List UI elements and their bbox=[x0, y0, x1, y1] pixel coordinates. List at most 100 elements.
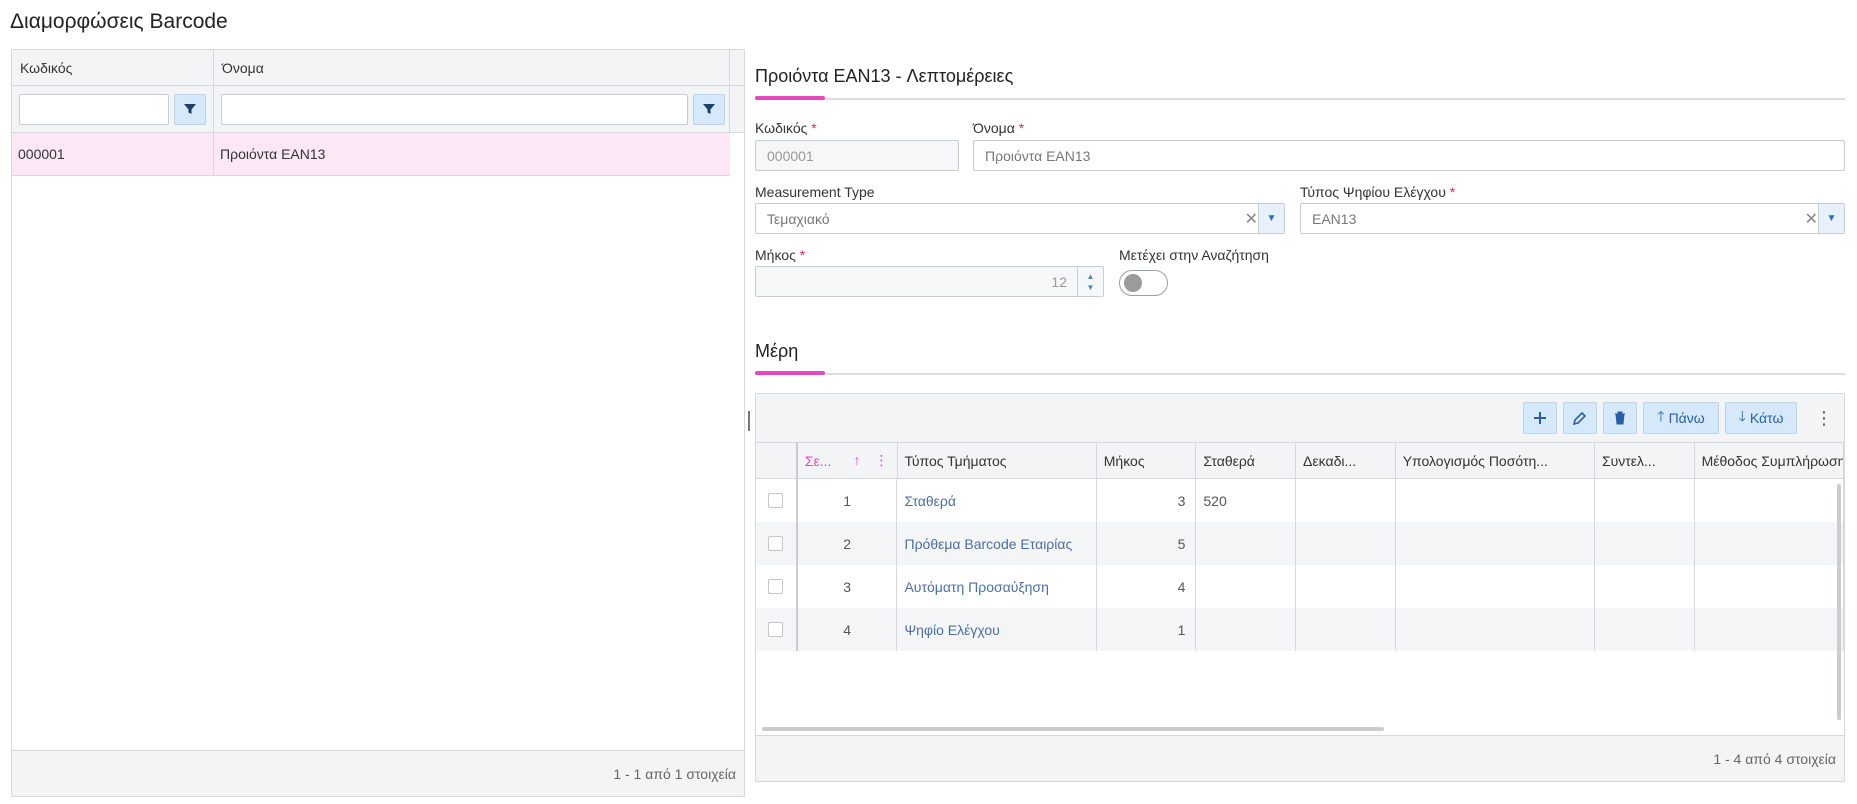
chevron-down-icon[interactable]: ▼ bbox=[1258, 204, 1284, 233]
arrow-up-icon: 🡑 bbox=[1657, 408, 1665, 424]
horizontal-scrollbar[interactable] bbox=[762, 727, 1384, 731]
arrow-down-icon: 🡓 bbox=[1738, 408, 1746, 424]
code-field[interactable]: 000001 bbox=[755, 140, 959, 171]
details-divider bbox=[755, 98, 1845, 100]
move-down-label: Κάτω bbox=[1749, 410, 1784, 426]
filter-icon bbox=[184, 104, 196, 114]
code-filter-button[interactable] bbox=[174, 93, 206, 125]
measurement-type-label: Measurement Type bbox=[755, 184, 875, 200]
sort-ascending-icon[interactable]: ↑ bbox=[854, 452, 861, 469]
search-label: Μετέχει στην Αναζήτηση bbox=[1119, 247, 1269, 263]
details-accent bbox=[755, 96, 825, 100]
cell-constant bbox=[1196, 608, 1297, 651]
length-value: 12 bbox=[1051, 273, 1067, 290]
code-label: Κωδικός * bbox=[755, 120, 817, 136]
check-digit-value: EAN13 bbox=[1312, 210, 1357, 227]
row-code: 000001 bbox=[12, 133, 214, 175]
cell-length: 4 bbox=[1097, 565, 1197, 608]
trash-icon bbox=[1615, 411, 1625, 425]
clear-icon[interactable]: ✕ bbox=[1805, 209, 1818, 229]
column-header-seq[interactable]: Σε... ↑ ⋮ bbox=[798, 443, 898, 478]
name-label: Όνομα * bbox=[973, 120, 1025, 136]
details-title: Προιόντα EAN13 - Λεπτομέρειες bbox=[755, 66, 1014, 86]
table-row[interactable]: 4 Ψηφίο Ελέγχου 1 bbox=[756, 608, 1844, 651]
row-checkbox[interactable] bbox=[768, 579, 784, 594]
row-name: Προιόντα EAN13 bbox=[220, 146, 326, 162]
search-toggle[interactable] bbox=[1119, 270, 1168, 296]
move-down-button[interactable]: 🡓 Κάτω bbox=[1725, 402, 1797, 434]
select-all-column bbox=[756, 443, 798, 478]
cell-type: Πρόθεμα Barcode Εταιρίας bbox=[897, 522, 1097, 565]
add-button[interactable] bbox=[1523, 402, 1557, 434]
cell-seq: 2 bbox=[798, 522, 898, 565]
name-filter-button[interactable] bbox=[693, 93, 725, 125]
column-header-calc[interactable]: Υπολογισμός Ποσότη... bbox=[1396, 443, 1595, 478]
cell-constant: 520 bbox=[1196, 479, 1297, 522]
vertical-scrollbar[interactable] bbox=[1837, 484, 1841, 720]
row-checkbox[interactable] bbox=[768, 622, 784, 637]
name-filter-input[interactable] bbox=[221, 93, 688, 125]
column-menu-icon[interactable]: ⋮ bbox=[875, 452, 889, 469]
chevron-down-icon[interactable]: ▼ bbox=[1818, 204, 1844, 233]
row-checkbox[interactable] bbox=[768, 536, 784, 551]
row-checkbox[interactable] bbox=[768, 493, 784, 508]
cell-seq: 3 bbox=[798, 565, 898, 608]
parts-divider bbox=[755, 373, 1845, 375]
measurement-type-value: Τεμαχιακό bbox=[767, 210, 830, 227]
cell-type: Αυτόματη Προσαύξηση bbox=[897, 565, 1097, 608]
column-header-coef[interactable]: Συντελ... bbox=[1595, 443, 1695, 478]
cell-constant bbox=[1196, 522, 1297, 565]
list-pager-info: 1 - 1 από 1 στοιχεία bbox=[12, 750, 744, 796]
parts-grid: 🡑 Πάνω 🡓 Κάτω ⋮ Σε... ↑ ⋮ Τύπος Τμήματος… bbox=[755, 393, 1845, 782]
pencil-icon bbox=[1573, 411, 1587, 425]
pane-splitter[interactable] bbox=[748, 411, 750, 431]
plus-icon bbox=[1534, 412, 1546, 424]
page-title: Διαμορφώσεις Barcode bbox=[10, 10, 228, 33]
clear-icon[interactable]: ✕ bbox=[1245, 209, 1258, 229]
length-label: Μήκος * bbox=[755, 247, 806, 263]
cell-seq: 1 bbox=[798, 479, 898, 522]
cell-length: 5 bbox=[1097, 522, 1197, 565]
cell-length: 1 bbox=[1097, 608, 1197, 651]
edit-button[interactable] bbox=[1563, 402, 1597, 434]
check-digit-select[interactable]: EAN13 ✕ ▼ bbox=[1300, 203, 1845, 234]
cell-type: Σταθερά bbox=[897, 479, 1097, 522]
check-digit-label: Τύπος Ψηφίου Ελέγχου * bbox=[1300, 184, 1456, 200]
parts-header-row: Σε... ↑ ⋮ Τύπος Τμήματος Μήκος Σταθερά Δ… bbox=[756, 443, 1844, 479]
cell-type: Ψηφίο Ελέγχου bbox=[897, 608, 1097, 651]
parts-accent bbox=[755, 371, 825, 375]
name-field[interactable]: Προιόντα EAN13 bbox=[973, 140, 1845, 171]
table-row[interactable]: 1 Σταθερά 3 520 bbox=[756, 479, 1844, 522]
list-row[interactable]: 000001 Προιόντα EAN13 bbox=[12, 133, 730, 176]
column-header-type[interactable]: Τύπος Τμήματος bbox=[898, 443, 1097, 478]
cell-seq: 4 bbox=[798, 608, 898, 651]
list-filter-row bbox=[12, 86, 744, 133]
barcode-config-list: Κωδικός Όνομα 000001 Προιόντα EAN13 1 - … bbox=[11, 49, 745, 797]
toggle-knob bbox=[1124, 274, 1142, 292]
column-header-length[interactable]: Μήκος bbox=[1097, 443, 1197, 478]
stepper-up-icon: ▲ bbox=[1086, 271, 1095, 281]
column-header-name[interactable]: Όνομα bbox=[214, 50, 730, 85]
table-row[interactable]: 3 Αυτόματη Προσαύξηση 4 bbox=[756, 565, 1844, 608]
list-header: Κωδικός Όνομα bbox=[12, 50, 744, 86]
filter-icon bbox=[703, 104, 715, 114]
cell-constant bbox=[1196, 565, 1297, 608]
stepper-arrows[interactable]: ▲ ▼ bbox=[1077, 267, 1103, 296]
parts-toolbar: 🡑 Πάνω 🡓 Κάτω ⋮ bbox=[756, 394, 1844, 443]
stepper-down-icon: ▼ bbox=[1086, 282, 1095, 292]
move-up-label: Πάνω bbox=[1668, 410, 1705, 426]
column-header-code[interactable]: Κωδικός bbox=[12, 50, 214, 85]
length-stepper[interactable]: 12 ▲ ▼ bbox=[755, 266, 1104, 297]
cell-length: 3 bbox=[1097, 479, 1197, 522]
parts-title: Μέρη bbox=[755, 341, 799, 361]
column-header-decimals[interactable]: Δεκαδι... bbox=[1296, 443, 1396, 478]
move-up-button[interactable]: 🡑 Πάνω bbox=[1643, 402, 1719, 434]
code-filter-input[interactable] bbox=[19, 93, 169, 125]
measurement-type-select[interactable]: Τεμαχιακό ✕ ▼ bbox=[755, 203, 1285, 234]
delete-button[interactable] bbox=[1603, 402, 1637, 434]
table-row[interactable]: 2 Πρόθεμα Barcode Εταιρίας 5 bbox=[756, 522, 1844, 565]
column-header-constant[interactable]: Σταθερά bbox=[1196, 443, 1297, 478]
column-header-fill[interactable]: Μέθοδος Συμπλήρωσης bbox=[1695, 443, 1844, 478]
more-options-icon[interactable]: ⋮ bbox=[1814, 402, 1834, 434]
parts-pager-info: 1 - 4 από 4 στοιχεία bbox=[756, 735, 1844, 781]
